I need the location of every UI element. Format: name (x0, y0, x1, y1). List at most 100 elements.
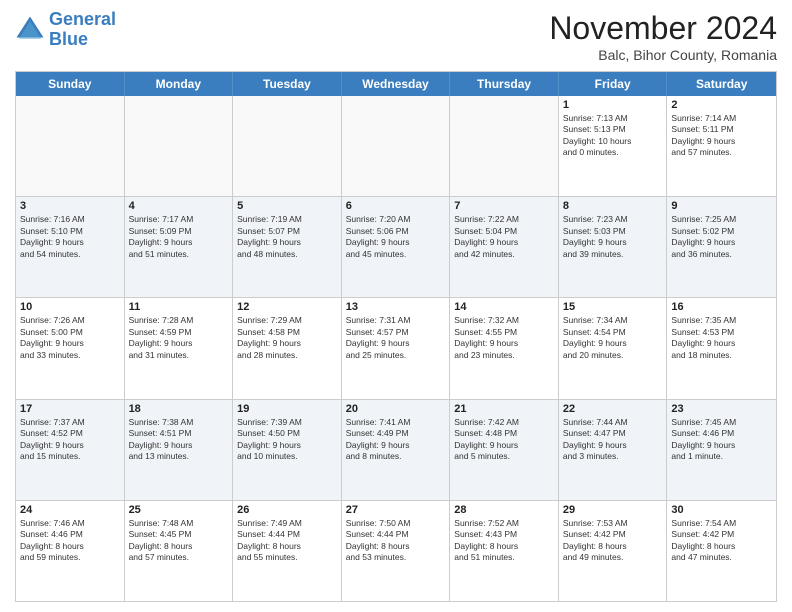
calendar-cell: 10 Sunrise: 7:26 AM Sunset: 5:00 PM Dayli… (16, 298, 125, 398)
calendar-cell: 15Sunrise: 7:34 AM Sunset: 4:54 PM Dayli… (559, 298, 668, 398)
day-info: Sunrise: 7:41 AM Sunset: 4:49 PM Dayligh… (346, 417, 446, 463)
day-number: 14 (454, 301, 554, 313)
calendar-cell (450, 96, 559, 196)
calendar-cell: 5Sunrise: 7:19 AM Sunset: 5:07 PM Daylig… (233, 197, 342, 297)
calendar-cell: 30 Sunrise: 7:54 AM Sunset: 4:42 PM Dayli… (667, 501, 776, 601)
day-info: Sunrise: 7:31 AM Sunset: 4:57 PM Dayligh… (346, 315, 446, 361)
day-info: Sunrise: 7:13 AM Sunset: 5:13 PM Dayligh… (563, 113, 663, 159)
calendar-body: 1Sunrise: 7:13 AM Sunset: 5:13 PM Daylig… (16, 96, 776, 601)
day-number: 22 (563, 403, 663, 415)
day-info: Sunrise: 7:14 AM Sunset: 5:11 PM Dayligh… (671, 113, 772, 159)
day-number: 4 (129, 200, 229, 212)
day-number: 8 (563, 200, 663, 212)
calendar-cell: 19Sunrise: 7:39 AM Sunset: 4:50 PM Dayli… (233, 400, 342, 500)
logo-text: General Blue (49, 10, 116, 50)
day-number: 21 (454, 403, 554, 415)
day-number: 20 (346, 403, 446, 415)
day-info: Sunrise: 7:22 AM Sunset: 5:04 PM Dayligh… (454, 214, 554, 260)
day-of-week-header: Monday (125, 72, 234, 96)
calendar-cell: 28 Sunrise: 7:52 AM Sunset: 4:43 PM Dayli… (450, 501, 559, 601)
calendar-cell: 11 Sunrise: 7:28 AM Sunset: 4:59 PM Dayli… (125, 298, 234, 398)
page: General Blue November 2024 Balc, Bihor C… (0, 0, 792, 612)
day-number: 2 (671, 99, 772, 111)
day-number: 16 (671, 301, 772, 313)
day-number: 27 (346, 504, 446, 516)
day-number: 9 (671, 200, 772, 212)
day-info: Sunrise: 7:44 AM Sunset: 4:47 PM Dayligh… (563, 417, 663, 463)
calendar-cell (16, 96, 125, 196)
calendar-cell: 18Sunrise: 7:38 AM Sunset: 4:51 PM Dayli… (125, 400, 234, 500)
day-number: 26 (237, 504, 337, 516)
calendar-cell (125, 96, 234, 196)
logo: General Blue (15, 10, 116, 50)
day-info: Sunrise: 7:42 AM Sunset: 4:48 PM Dayligh… (454, 417, 554, 463)
day-of-week-header: Tuesday (233, 72, 342, 96)
day-info: Sunrise: 7:20 AM Sunset: 5:06 PM Dayligh… (346, 214, 446, 260)
day-number: 10 (20, 301, 120, 313)
day-info: Sunrise: 7:35 AM Sunset: 4:53 PM Dayligh… (671, 315, 772, 361)
day-number: 11 (129, 301, 229, 313)
day-number: 15 (563, 301, 663, 313)
day-number: 25 (129, 504, 229, 516)
logo-line2: Blue (49, 29, 88, 49)
title-area: November 2024 Balc, Bihor County, Romani… (549, 10, 777, 63)
day-info: Sunrise: 7:46 AM Sunset: 4:46 PM Dayligh… (20, 518, 120, 564)
day-number: 3 (20, 200, 120, 212)
subtitle: Balc, Bihor County, Romania (549, 47, 777, 63)
calendar-cell: 24 Sunrise: 7:46 AM Sunset: 4:46 PM Dayli… (16, 501, 125, 601)
calendar-cell: 21 Sunrise: 7:42 AM Sunset: 4:48 PM Dayli… (450, 400, 559, 500)
calendar-cell: 6Sunrise: 7:20 AM Sunset: 5:06 PM Daylig… (342, 197, 451, 297)
day-number: 30 (671, 504, 772, 516)
day-info: Sunrise: 7:38 AM Sunset: 4:51 PM Dayligh… (129, 417, 229, 463)
day-of-week-header: Friday (559, 72, 668, 96)
calendar-cell: 16 Sunrise: 7:35 AM Sunset: 4:53 PM Dayli… (667, 298, 776, 398)
calendar-week-row: 17 Sunrise: 7:37 AM Sunset: 4:52 PM Dayli… (16, 400, 776, 501)
day-info: Sunrise: 7:16 AM Sunset: 5:10 PM Dayligh… (20, 214, 120, 260)
day-info: Sunrise: 7:52 AM Sunset: 4:43 PM Dayligh… (454, 518, 554, 564)
calendar-cell: 13Sunrise: 7:31 AM Sunset: 4:57 PM Dayli… (342, 298, 451, 398)
calendar-week-row: 3 Sunrise: 7:16 AM Sunset: 5:10 PM Daylig… (16, 197, 776, 298)
calendar-cell: 25 Sunrise: 7:48 AM Sunset: 4:45 PM Dayli… (125, 501, 234, 601)
calendar-cell: 3 Sunrise: 7:16 AM Sunset: 5:10 PM Daylig… (16, 197, 125, 297)
day-info: Sunrise: 7:17 AM Sunset: 5:09 PM Dayligh… (129, 214, 229, 260)
calendar-cell: 7Sunrise: 7:22 AM Sunset: 5:04 PM Daylig… (450, 197, 559, 297)
day-info: Sunrise: 7:49 AM Sunset: 4:44 PM Dayligh… (237, 518, 337, 564)
day-of-week-header: Saturday (667, 72, 776, 96)
day-info: Sunrise: 7:45 AM Sunset: 4:46 PM Dayligh… (671, 417, 772, 463)
day-info: Sunrise: 7:32 AM Sunset: 4:55 PM Dayligh… (454, 315, 554, 361)
calendar-cell: 9 Sunrise: 7:25 AM Sunset: 5:02 PM Daylig… (667, 197, 776, 297)
day-of-week-header: Sunday (16, 72, 125, 96)
calendar-cell (233, 96, 342, 196)
calendar-week-row: 10 Sunrise: 7:26 AM Sunset: 5:00 PM Dayli… (16, 298, 776, 399)
calendar-cell: 26 Sunrise: 7:49 AM Sunset: 4:44 PM Dayli… (233, 501, 342, 601)
day-number: 19 (237, 403, 337, 415)
day-info: Sunrise: 7:50 AM Sunset: 4:44 PM Dayligh… (346, 518, 446, 564)
calendar-cell: 27 Sunrise: 7:50 AM Sunset: 4:44 PM Dayli… (342, 501, 451, 601)
calendar-cell: 17 Sunrise: 7:37 AM Sunset: 4:52 PM Dayli… (16, 400, 125, 500)
day-info: Sunrise: 7:54 AM Sunset: 4:42 PM Dayligh… (671, 518, 772, 564)
main-title: November 2024 (549, 10, 777, 47)
calendar-cell: 12Sunrise: 7:29 AM Sunset: 4:58 PM Dayli… (233, 298, 342, 398)
day-info: Sunrise: 7:29 AM Sunset: 4:58 PM Dayligh… (237, 315, 337, 361)
calendar-cell: 4 Sunrise: 7:17 AM Sunset: 5:09 PM Daylig… (125, 197, 234, 297)
calendar-header: SundayMondayTuesdayWednesdayThursdayFrid… (16, 72, 776, 96)
calendar-cell (342, 96, 451, 196)
calendar-cell: 29Sunrise: 7:53 AM Sunset: 4:42 PM Dayli… (559, 501, 668, 601)
logo-line1: General (49, 9, 116, 29)
day-number: 23 (671, 403, 772, 415)
day-info: Sunrise: 7:28 AM Sunset: 4:59 PM Dayligh… (129, 315, 229, 361)
day-number: 29 (563, 504, 663, 516)
calendar-cell: 22 Sunrise: 7:44 AM Sunset: 4:47 PM Dayli… (559, 400, 668, 500)
calendar: SundayMondayTuesdayWednesdayThursdayFrid… (15, 71, 777, 602)
day-number: 28 (454, 504, 554, 516)
calendar-week-row: 24 Sunrise: 7:46 AM Sunset: 4:46 PM Dayli… (16, 501, 776, 601)
day-number: 24 (20, 504, 120, 516)
day-info: Sunrise: 7:48 AM Sunset: 4:45 PM Dayligh… (129, 518, 229, 564)
day-info: Sunrise: 7:37 AM Sunset: 4:52 PM Dayligh… (20, 417, 120, 463)
day-info: Sunrise: 7:23 AM Sunset: 5:03 PM Dayligh… (563, 214, 663, 260)
day-info: Sunrise: 7:26 AM Sunset: 5:00 PM Dayligh… (20, 315, 120, 361)
day-info: Sunrise: 7:25 AM Sunset: 5:02 PM Dayligh… (671, 214, 772, 260)
calendar-cell: 8 Sunrise: 7:23 AM Sunset: 5:03 PM Daylig… (559, 197, 668, 297)
day-number: 17 (20, 403, 120, 415)
calendar-cell: 14 Sunrise: 7:32 AM Sunset: 4:55 PM Dayli… (450, 298, 559, 398)
